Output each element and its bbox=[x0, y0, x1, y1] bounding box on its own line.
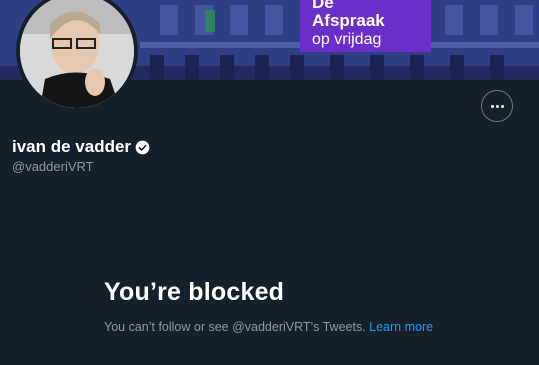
profile-handle: @vadderiVRT bbox=[12, 159, 94, 174]
promo-line: op vrijdag bbox=[312, 31, 382, 48]
blocked-message: You can’t follow or see @vadderiVRT’s Tw… bbox=[104, 318, 434, 336]
blocked-title: You’re blocked bbox=[104, 278, 285, 306]
more-horizontal-icon bbox=[500, 104, 504, 108]
blocked-message-text: You can’t follow or see @vadderiVRT’s Tw… bbox=[104, 320, 366, 334]
learn-more-link[interactable]: Learn more bbox=[369, 320, 433, 334]
avatar-photo bbox=[20, 0, 134, 108]
promo-overlay: De Afspraak op vrijdag bbox=[300, 0, 431, 52]
more-horizontal-icon bbox=[495, 104, 499, 108]
avatar[interactable] bbox=[16, 0, 138, 112]
promo-line: Afspraak bbox=[312, 11, 385, 30]
more-horizontal-icon bbox=[490, 104, 494, 108]
profile-name-text: ivan de vadder bbox=[12, 137, 132, 156]
verified-badge-icon bbox=[135, 140, 150, 154]
profile-name: ivan de vadder bbox=[12, 137, 150, 157]
more-options-button[interactable] bbox=[481, 90, 513, 122]
